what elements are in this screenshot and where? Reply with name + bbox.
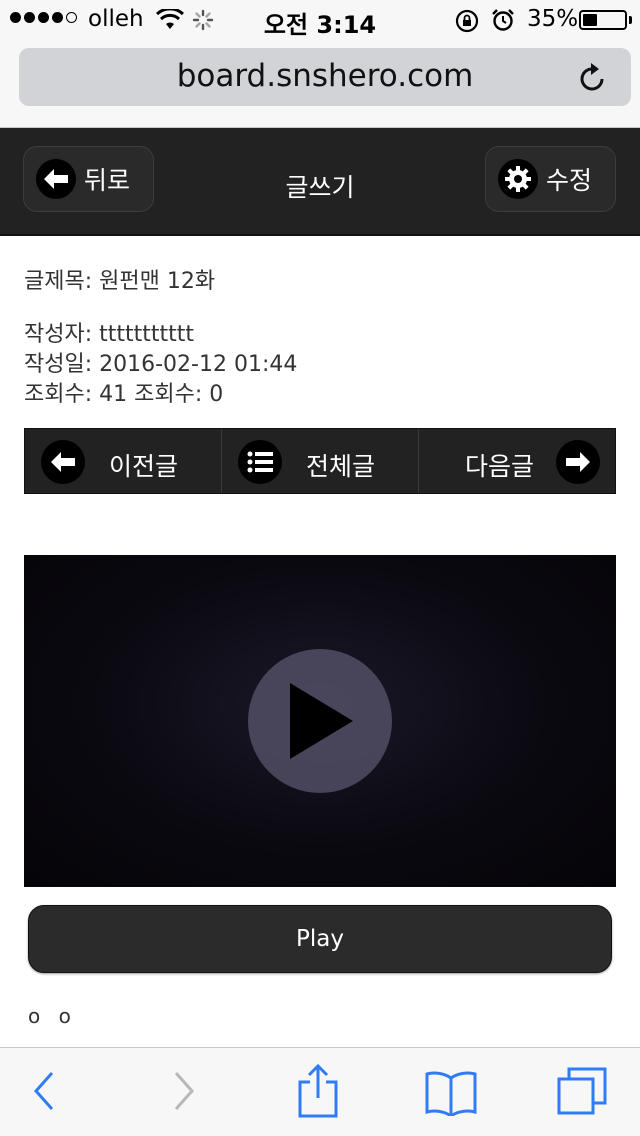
safari-address-area: board.snshero.com [0, 40, 640, 128]
next-post-label: 다음글 [465, 452, 535, 481]
prev-post-button[interactable]: 이전글 [25, 429, 222, 493]
post-author-line: 작성자: ttttttttttt [24, 322, 195, 347]
rotation-lock-icon [455, 9, 479, 33]
url-text[interactable]: board.snshero.com [19, 58, 631, 94]
arrow-right-icon [556, 440, 600, 484]
alarm-icon [492, 9, 514, 31]
post-views-line: 조회수: 41 조회수: 0 [24, 382, 224, 407]
gear-icon [498, 159, 538, 199]
edit-button-label: 수정 [546, 166, 593, 195]
all-posts-label: 전체글 [306, 452, 376, 481]
safari-toolbar [0, 1047, 640, 1136]
bookmarks-icon[interactable] [424, 1070, 478, 1116]
all-posts-button[interactable]: 전체글 [222, 429, 419, 493]
share-icon[interactable] [296, 1064, 340, 1118]
screen: { "status_bar": { "carrier": "olleh", "t… [0, 0, 640, 1136]
next-post-button[interactable]: 다음글 [419, 429, 615, 493]
list-icon [238, 440, 282, 484]
post-date-line: 작성일: 2016-02-12 01:44 [24, 352, 298, 377]
reload-icon[interactable] [578, 61, 608, 93]
back-chevron-icon[interactable] [32, 1070, 56, 1112]
battery-tip [629, 16, 632, 24]
footer-text: o o [28, 1004, 77, 1028]
battery-icon [579, 10, 627, 30]
post-title-line: 글제목: 원펀맨 12화 [24, 269, 216, 294]
tabs-icon[interactable] [556, 1066, 608, 1116]
forward-chevron-icon[interactable] [172, 1070, 196, 1112]
video-player[interactable] [24, 555, 616, 887]
page-header: 뒤로 글쓰기 수정 [0, 128, 640, 236]
status-bar: olleh 오전 3:14 35% [0, 0, 640, 40]
play-button[interactable]: Play [28, 905, 612, 973]
post-navigation: 이전글 전체글 다음글 [24, 428, 616, 494]
edit-button[interactable]: 수정 [485, 146, 616, 212]
prev-post-label: 이전글 [109, 452, 179, 481]
arrow-left-icon [41, 440, 85, 484]
battery-percent: 35% [527, 6, 579, 32]
play-icon[interactable] [248, 649, 392, 793]
address-bar[interactable]: board.snshero.com [19, 48, 631, 106]
